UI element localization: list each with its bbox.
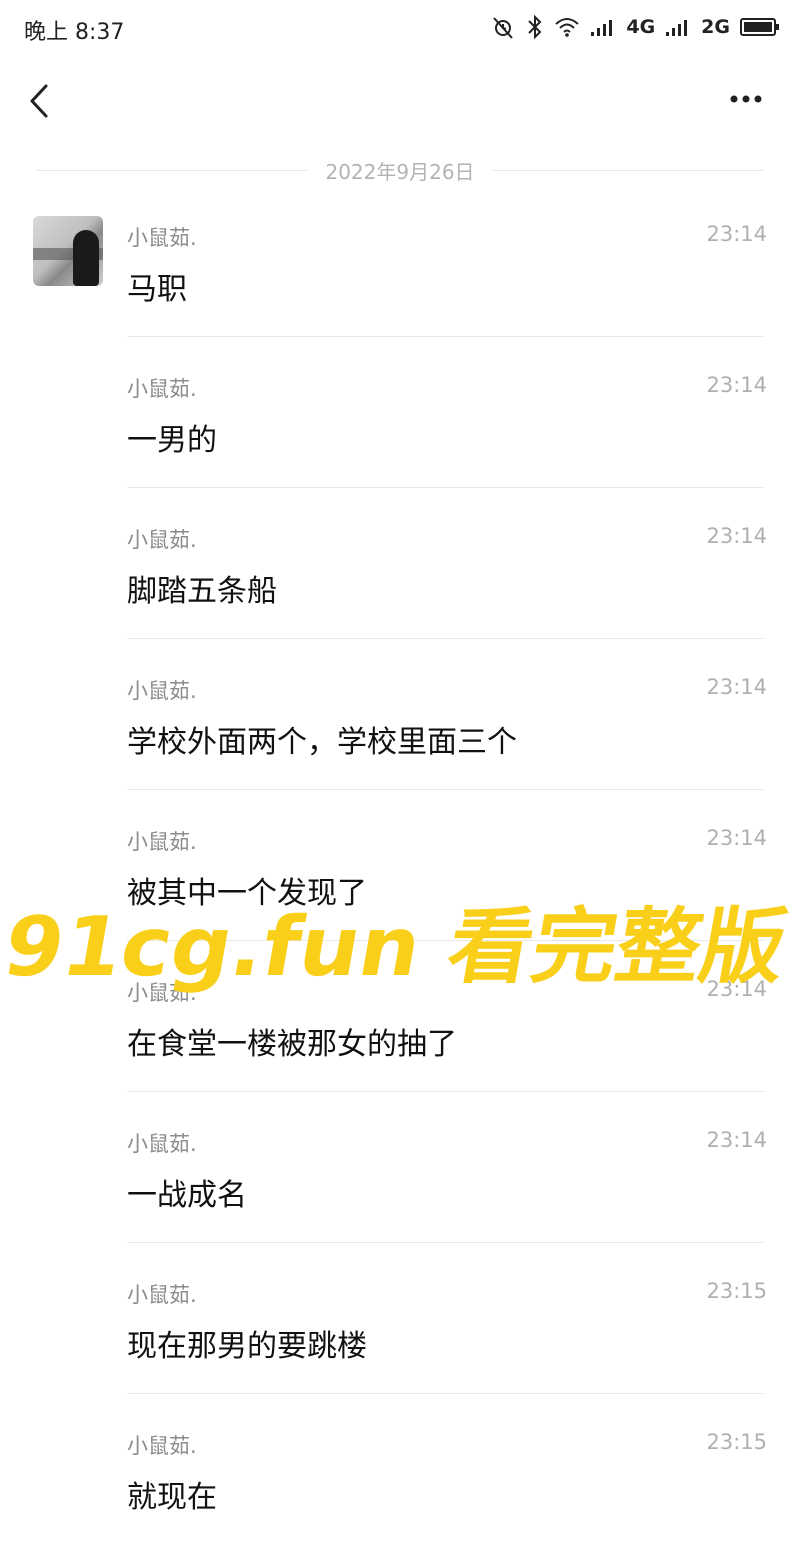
message-text: 被其中一个发现了 [127, 876, 367, 911]
message-time: 23:14 [706, 524, 767, 548]
message-sender: 小鼠茹. [127, 226, 197, 250]
network-type-2: 2G [701, 16, 730, 38]
message-time: 23:14 [706, 977, 767, 1001]
message-text: 脚踏五条船 [127, 574, 277, 609]
signal-icon-2 [665, 17, 691, 37]
battery-icon [740, 16, 780, 38]
message-time: 23:14 [706, 222, 767, 246]
message-sender: 小鼠茹. [127, 377, 197, 401]
status-icons: 4G 2G [490, 12, 780, 42]
message-text: 现在那男的要跳楼 [127, 1329, 367, 1364]
message-time: 23:14 [706, 675, 767, 699]
message-divider [127, 940, 764, 941]
message-divider [127, 487, 764, 488]
message-divider [127, 1091, 764, 1092]
message-sender: 小鼠茹. [127, 1434, 197, 1458]
message-divider [127, 638, 764, 639]
message-sender: 小鼠茹. [127, 1283, 197, 1307]
message-text: 学校外面两个，学校里面三个 [127, 725, 517, 760]
back-button[interactable] [20, 76, 60, 126]
message-sender: 小鼠茹. [127, 830, 197, 854]
message-divider [127, 789, 764, 790]
message-item[interactable]: 小鼠茹. 23:14 一男的 [0, 341, 800, 492]
message-divider [127, 1393, 764, 1394]
chat-header [0, 56, 800, 146]
signal-icon-1 [590, 17, 616, 37]
bluetooth-icon [526, 14, 544, 40]
message-item[interactable]: 小鼠茹. 23:14 被其中一个发现了 [0, 794, 800, 945]
message-divider [127, 336, 764, 337]
wifi-icon [554, 16, 580, 38]
message-time: 23:14 [706, 1128, 767, 1152]
chevron-left-icon [30, 84, 48, 118]
status-time: 晚上 8:37 [24, 20, 125, 45]
message-time: 23:15 [706, 1430, 767, 1454]
message-divider [127, 1242, 764, 1243]
message-item[interactable]: 小鼠茹. 23:14 在食堂一楼被那女的抽了 [0, 945, 800, 1096]
message-time: 23:15 [706, 1279, 767, 1303]
message-item[interactable]: 小鼠茹. 23:14 脚踏五条船 [0, 492, 800, 643]
divider-line-left [36, 169, 308, 171]
message-time: 23:14 [706, 373, 767, 397]
avatar[interactable] [33, 216, 103, 286]
message-text: 一战成名 [127, 1178, 247, 1213]
message-item[interactable]: 小鼠茹. 23:14 马职 [0, 190, 800, 341]
more-options-button[interactable] [726, 84, 770, 114]
message-text: 就现在 [127, 1480, 217, 1515]
message-sender: 小鼠茹. [127, 981, 197, 1005]
message-item[interactable]: 小鼠茹. 23:15 就现在 [0, 1398, 800, 1549]
message-sender: 小鼠茹. [127, 1132, 197, 1156]
message-text: 一男的 [127, 423, 217, 458]
message-item[interactable]: 小鼠茹. 23:14 一战成名 [0, 1096, 800, 1247]
message-text: 在食堂一楼被那女的抽了 [127, 1027, 457, 1062]
date-label: 2022年9月26日 [325, 159, 475, 184]
message-item[interactable]: 小鼠茹. 23:15 现在那男的要跳楼 [0, 1247, 800, 1398]
date-divider: 2022年9月26日 [36, 150, 765, 190]
alarm-off-icon [490, 14, 516, 40]
message-list: 小鼠茹. 23:14 马职 小鼠茹. 23:14 一男的 小鼠茹. 23:14 … [0, 190, 800, 1549]
message-item[interactable]: 小鼠茹. 23:14 学校外面两个，学校里面三个 [0, 643, 800, 794]
message-time: 23:14 [706, 826, 767, 850]
message-text: 马职 [127, 272, 187, 307]
network-type-1: 4G [626, 16, 656, 38]
message-sender: 小鼠茹. [127, 528, 197, 552]
more-dots-icon [730, 95, 762, 103]
status-bar: 晚上 8:37 4G 2G [0, 0, 800, 56]
message-sender: 小鼠茹. [127, 679, 197, 703]
avatar-figure [73, 230, 99, 286]
divider-line-right [492, 169, 765, 171]
